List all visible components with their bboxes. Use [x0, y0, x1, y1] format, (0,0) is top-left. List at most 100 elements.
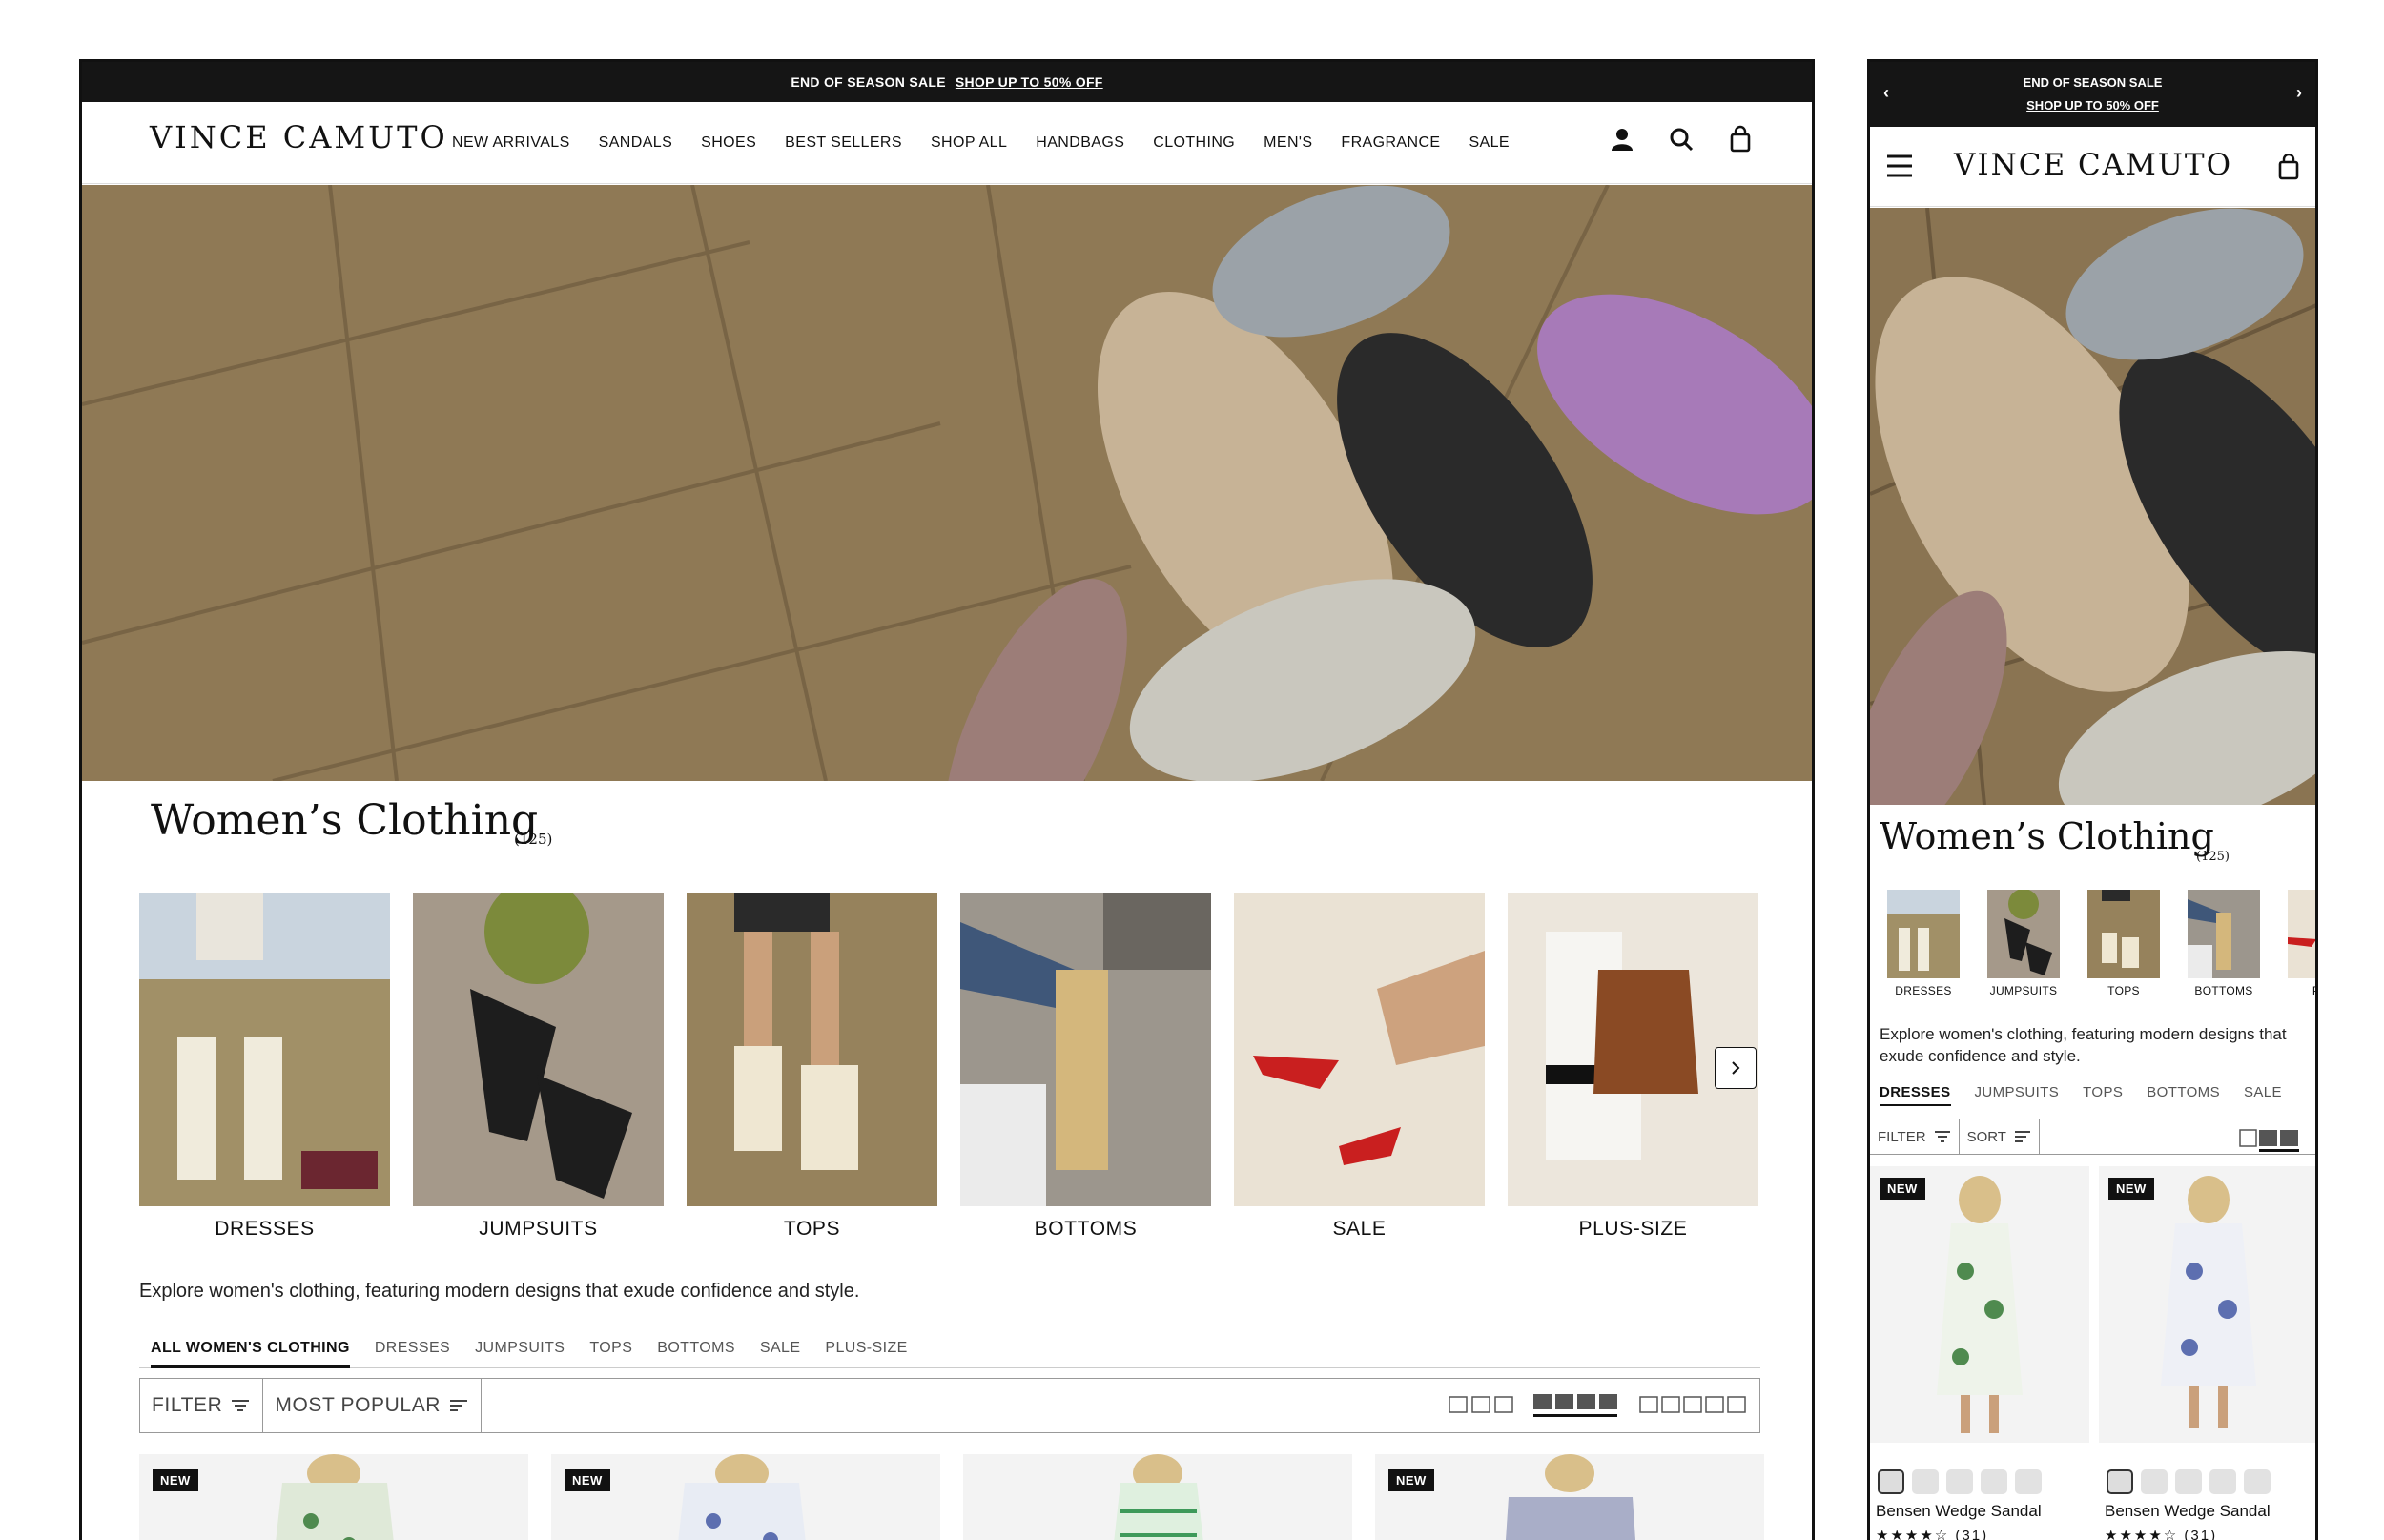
category-label: DRESSES — [1895, 984, 1952, 997]
tab-sale[interactable]: SALE — [2244, 1084, 2282, 1106]
product-card[interactable] — [963, 1454, 1352, 1540]
category-tile-jumpsuits[interactable]: JUMPSUITS — [1987, 890, 2060, 997]
tab-dresses[interactable]: DRESSES — [1880, 1084, 1951, 1106]
category-tile-dresses[interactable]: DRESSES — [1887, 890, 1960, 997]
promo-text: END OF SEASON SALE — [2023, 75, 2163, 90]
desktop-view: END OF SEASON SALE SHOP UP TO 50% OFF VI… — [79, 59, 1815, 1540]
hero-image — [1870, 208, 2315, 805]
cart-icon[interactable] — [1726, 125, 1755, 154]
product-image-frame: NEW — [2099, 1166, 2315, 1443]
category-tile-tops[interactable]: TOPS — [2087, 890, 2160, 997]
grid-2-icon[interactable] — [2258, 1129, 2300, 1152]
nav-clothing[interactable]: CLOTHING — [1153, 134, 1235, 152]
swatch[interactable] — [2107, 1469, 2133, 1494]
grid-1-icon[interactable] — [2239, 1129, 2258, 1148]
review-count: (31) — [1955, 1528, 1989, 1540]
filter-label: FILTER — [1878, 1128, 1926, 1145]
tab-all-womens-clothing[interactable]: ALL WOMEN'S CLOTHING — [151, 1336, 350, 1368]
nav-new-arrivals[interactable]: NEW ARRIVALS — [452, 134, 570, 152]
tab-jumpsuits[interactable]: JUMPSUITS — [475, 1336, 565, 1367]
product-card[interactable]: NEW — [139, 1454, 528, 1540]
subcategory-tabs: DRESSES JUMPSUITS TOPS BOTTOMS SALE — [1880, 1084, 2282, 1106]
subcategory-tabs: ALL WOMEN'S CLOTHING DRESSES JUMPSUITS T… — [139, 1336, 1760, 1368]
brand-logo[interactable]: VINCE CAMUTO — [1954, 148, 2232, 182]
chevron-right-icon[interactable]: › — [2296, 83, 2302, 103]
menu-icon[interactable] — [1885, 154, 1914, 178]
cart-icon[interactable] — [2277, 154, 2300, 180]
category-label: BOTTOMS — [1034, 1218, 1138, 1240]
grid-3-icon[interactable] — [1449, 1395, 1513, 1414]
tab-dresses[interactable]: DRESSES — [375, 1336, 450, 1367]
category-label: JUMPSUITS — [479, 1218, 598, 1240]
product-name[interactable]: Bensen Wedge Sandal — [1876, 1502, 2089, 1521]
swatch[interactable] — [1878, 1469, 1904, 1494]
swatch[interactable] — [1912, 1469, 1939, 1494]
swatch[interactable] — [1981, 1469, 2007, 1494]
tab-tops[interactable]: TOPS — [2083, 1084, 2123, 1106]
tab-tops[interactable]: TOPS — [589, 1336, 632, 1367]
swatch[interactable] — [2141, 1469, 2168, 1494]
product-name[interactable]: Bensen Wedge Sandal — [2105, 1502, 2315, 1521]
category-tile-jumpsuits[interactable]: JUMPSUITS — [413, 893, 664, 1241]
tab-bottoms[interactable]: BOTTOMS — [657, 1336, 735, 1367]
sort-dropdown[interactable]: MOST POPULAR — [263, 1379, 483, 1432]
grid-view-switcher — [1449, 1392, 1748, 1417]
category-tile-dresses[interactable]: DRESSES — [139, 893, 390, 1241]
tab-bottoms[interactable]: BOTTOMS — [2147, 1084, 2220, 1106]
filter-icon — [232, 1400, 250, 1411]
product-card[interactable]: NEW — [551, 1454, 940, 1540]
promo-link[interactable]: SHOP UP TO 50% OFF — [956, 74, 1103, 90]
carousel-next-button[interactable] — [1715, 1047, 1757, 1089]
category-tile-tops[interactable]: TOPS — [687, 893, 937, 1241]
tab-jumpsuits[interactable]: JUMPSUITS — [1975, 1084, 2060, 1106]
nav-fragrance[interactable]: FRAGRANCE — [1341, 134, 1440, 152]
sort-button[interactable]: SORT — [1960, 1119, 2040, 1154]
nav-best-sellers[interactable]: BEST SELLERS — [785, 134, 902, 152]
filter-button[interactable]: FILTER — [140, 1379, 264, 1432]
nav-mens[interactable]: MEN'S — [1264, 134, 1312, 152]
page-title: Women’s Clothing — [151, 796, 539, 845]
search-icon[interactable] — [1667, 125, 1696, 154]
nav-shop-all[interactable]: SHOP ALL — [931, 134, 1007, 152]
promo-banner: ‹ END OF SEASON SALE SHOP UP TO 50% OFF … — [1870, 62, 2315, 127]
category-image — [2188, 890, 2260, 978]
filter-button[interactable]: FILTER — [1870, 1119, 1960, 1154]
swatch[interactable] — [1946, 1469, 1973, 1494]
nav-handbags[interactable]: HANDBAGS — [1036, 134, 1124, 152]
category-image — [2288, 890, 2315, 978]
product-image — [1506, 1454, 1635, 1540]
product-image — [1114, 1454, 1203, 1540]
nav-shoes[interactable]: SHOES — [701, 134, 756, 152]
swatch[interactable] — [2015, 1469, 2042, 1494]
category-label: JUMPSUITS — [1989, 984, 2058, 997]
nav-sandals[interactable]: SANDALS — [599, 134, 673, 152]
product-image — [1870, 1166, 2089, 1443]
category-tile-sale[interactable]: SALE — [1234, 893, 1485, 1241]
grid-5-icon[interactable] — [1639, 1395, 1748, 1414]
nav-sale[interactable]: SALE — [1469, 134, 1510, 152]
category-tile-partial[interactable]: PLU — [2288, 890, 2315, 997]
account-icon[interactable] — [1608, 125, 1636, 154]
product-image — [276, 1454, 394, 1540]
new-badge: NEW — [2108, 1178, 2154, 1200]
new-badge: NEW — [1388, 1469, 1434, 1491]
category-image — [687, 893, 937, 1206]
brand-logo[interactable]: VINCE CAMUTO — [150, 119, 448, 155]
tab-sale[interactable]: SALE — [760, 1336, 801, 1367]
category-tile-bottoms[interactable]: BOTTOMS — [960, 893, 1211, 1241]
swatch[interactable] — [2244, 1469, 2271, 1494]
grid-4-icon[interactable] — [1532, 1392, 1620, 1417]
product-card[interactable]: NEW Bensen Wedge Sandal ★★★★☆ (31) — [1870, 1166, 2089, 1540]
chevron-right-icon — [1732, 1061, 1740, 1075]
filter-icon — [1934, 1131, 1950, 1142]
tab-plus-size[interactable]: PLUS-SIZE — [825, 1336, 907, 1367]
product-card[interactable]: NEW — [1375, 1454, 1764, 1540]
hero-sandals-photo — [1870, 208, 2315, 805]
category-tile-bottoms[interactable]: BOTTOMS — [2188, 890, 2260, 997]
promo-link[interactable]: SHOP UP TO 50% OFF — [1870, 98, 2315, 113]
swatch[interactable] — [2209, 1469, 2236, 1494]
sort-icon — [2014, 1131, 2030, 1142]
filter-label: FILTER — [152, 1394, 223, 1416]
swatch[interactable] — [2175, 1469, 2202, 1494]
product-card[interactable]: NEW Bensen Wedge Sandal ★★★★☆ (31) — [2099, 1166, 2315, 1540]
